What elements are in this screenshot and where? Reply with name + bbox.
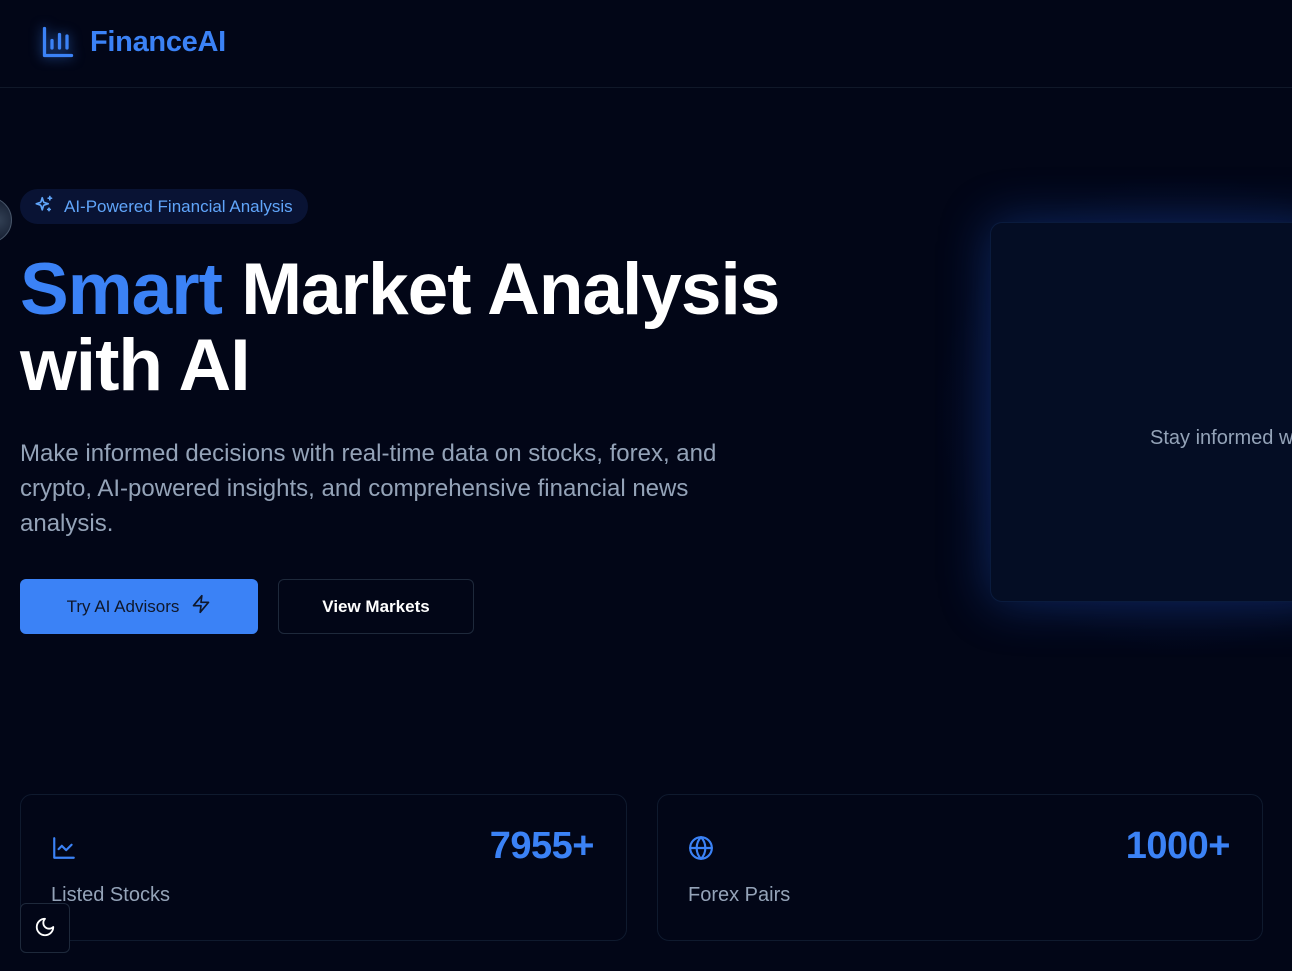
bar-chart-icon bbox=[38, 22, 78, 62]
preview-panel-text: Stay informed w bbox=[1150, 427, 1292, 449]
stat-label: Forex Pairs bbox=[688, 884, 791, 906]
hero-subtitle: Make informed decisions with real-time d… bbox=[20, 440, 717, 537]
stat-value: 7955+ bbox=[489, 825, 595, 867]
hero-title-line1-rest: Market Analysis bbox=[221, 249, 780, 330]
try-ai-advisors-button[interactable]: Try AI Advisors bbox=[20, 579, 258, 634]
view-markets-button[interactable]: View Markets bbox=[278, 579, 474, 634]
sparkles-icon bbox=[34, 194, 54, 219]
edge-decoration bbox=[0, 197, 12, 243]
brand-logo-link[interactable]: FinanceAI bbox=[38, 22, 226, 62]
stat-label: Listed Stocks bbox=[51, 884, 170, 906]
hero-title-line2: with AI bbox=[20, 325, 251, 406]
page: FinanceAI AI-Powered Financial Analysis … bbox=[0, 0, 1292, 971]
theme-toggle-button[interactable] bbox=[20, 903, 70, 953]
stat-value: 1000+ bbox=[1125, 825, 1231, 867]
try-ai-advisors-label: Try AI Advisors bbox=[66, 596, 180, 616]
zap-icon bbox=[191, 594, 211, 619]
hero-title-accent: Smart bbox=[20, 249, 223, 330]
hero-badge: AI-Powered Financial Analysis bbox=[20, 189, 308, 224]
brand-name: FinanceAI bbox=[90, 25, 226, 58]
view-markets-label: View Markets bbox=[322, 596, 430, 616]
top-header: FinanceAI bbox=[0, 0, 1292, 88]
badge-text: AI-Powered Financial Analysis bbox=[64, 196, 293, 216]
hero-title: Smart Market Analysis with AI bbox=[20, 252, 920, 404]
preview-panel: Stay informed w bbox=[990, 222, 1292, 602]
stat-card-stocks: 7955+ Listed Stocks bbox=[20, 794, 627, 941]
moon-icon bbox=[34, 916, 56, 941]
line-chart-icon bbox=[51, 835, 77, 861]
stat-card-forex: 1000+ Forex Pairs bbox=[657, 794, 1263, 941]
globe-icon bbox=[688, 835, 714, 861]
